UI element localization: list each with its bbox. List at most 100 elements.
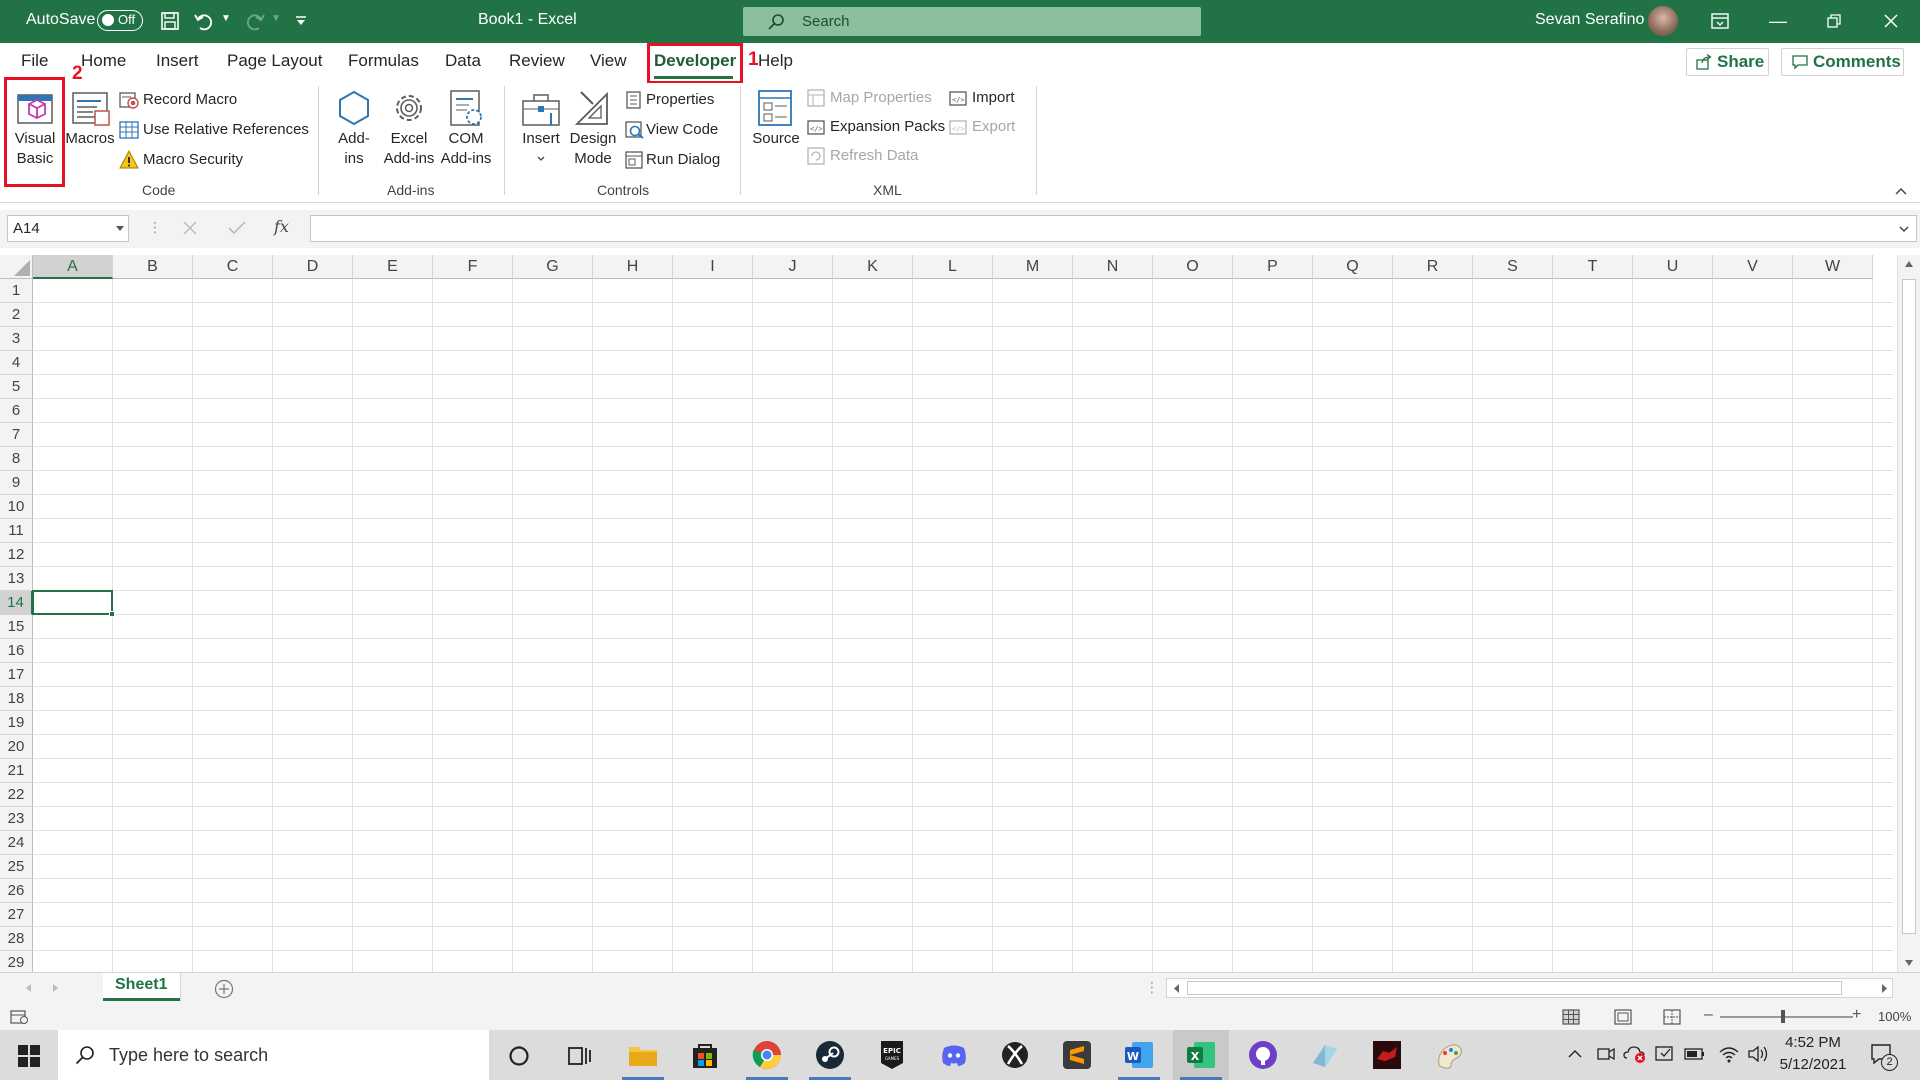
column-header[interactable]: D bbox=[273, 255, 353, 279]
column-header[interactable]: W bbox=[1793, 255, 1873, 279]
normal-view-icon[interactable] bbox=[1562, 1009, 1580, 1025]
security-icon[interactable] bbox=[1655, 1044, 1675, 1064]
volume-icon[interactable] bbox=[1747, 1044, 1769, 1064]
row-header[interactable]: 5 bbox=[0, 375, 33, 399]
column-header[interactable]: J bbox=[753, 255, 833, 279]
horizontal-scrollbar[interactable] bbox=[1166, 978, 1893, 998]
row-header[interactable]: 25 bbox=[0, 855, 33, 879]
zoom-level[interactable]: 100% bbox=[1878, 1009, 1911, 1024]
show-hidden-icons-icon[interactable] bbox=[1568, 1049, 1582, 1059]
onedrive-error-icon[interactable] bbox=[1623, 1044, 1647, 1064]
row-header[interactable]: 26 bbox=[0, 879, 33, 903]
row-header[interactable]: 6 bbox=[0, 399, 33, 423]
row-header[interactable]: 13 bbox=[0, 567, 33, 591]
app-icon[interactable] bbox=[1309, 1039, 1341, 1071]
macro-security-button[interactable]: Macro Security bbox=[118, 150, 318, 172]
column-header[interactable]: T bbox=[1553, 255, 1633, 279]
chrome-icon[interactable] bbox=[751, 1039, 783, 1071]
undo-dropdown-icon[interactable]: ▼ bbox=[221, 13, 231, 24]
expand-formula-bar-icon[interactable] bbox=[1899, 226, 1909, 233]
view-code-button[interactable]: View Code bbox=[624, 120, 734, 142]
tab-insert[interactable]: Insert bbox=[156, 51, 199, 71]
row-header[interactable]: 21 bbox=[0, 759, 33, 783]
import-button[interactable]: </> Import bbox=[948, 88, 1028, 110]
paint-icon[interactable] bbox=[1433, 1039, 1465, 1071]
scroll-left-icon[interactable] bbox=[1173, 984, 1180, 993]
column-header[interactable]: C bbox=[193, 255, 273, 279]
column-header[interactable]: L bbox=[913, 255, 993, 279]
zoom-in-button[interactable]: + bbox=[1852, 1006, 1861, 1024]
file-explorer-icon[interactable] bbox=[627, 1039, 659, 1071]
row-header[interactable]: 14 bbox=[0, 591, 33, 615]
tab-formulas[interactable]: Formulas bbox=[348, 51, 419, 71]
column-header[interactable]: O bbox=[1153, 255, 1233, 279]
row-header[interactable]: 7 bbox=[0, 423, 33, 447]
column-header[interactable]: H bbox=[593, 255, 673, 279]
add-sheet-icon[interactable] bbox=[214, 979, 234, 999]
discord-icon[interactable] bbox=[938, 1039, 970, 1071]
properties-button[interactable]: Properties bbox=[624, 90, 734, 112]
row-header[interactable]: 22 bbox=[0, 783, 33, 807]
tab-split-grip-icon[interactable]: ⋮ bbox=[1145, 979, 1159, 996]
column-header[interactable]: S bbox=[1473, 255, 1553, 279]
microsoft-store-icon[interactable] bbox=[689, 1039, 721, 1071]
fill-handle[interactable] bbox=[109, 611, 115, 617]
selected-cell[interactable] bbox=[32, 590, 115, 617]
design-mode-button[interactable]: Design Mode bbox=[567, 86, 619, 174]
insert-controls-button[interactable]: Insert bbox=[517, 86, 565, 174]
search-box[interactable]: Search bbox=[743, 7, 1201, 36]
customize-qat-icon[interactable] bbox=[294, 14, 308, 28]
accessibility-checker-icon[interactable] bbox=[10, 1009, 28, 1025]
row-header[interactable]: 10 bbox=[0, 495, 33, 519]
save-icon[interactable] bbox=[160, 11, 180, 31]
row-header[interactable]: 11 bbox=[0, 519, 33, 543]
user-name[interactable]: Sevan Serafino bbox=[1535, 11, 1644, 29]
formula-input[interactable] bbox=[310, 215, 1917, 242]
user-avatar[interactable] bbox=[1648, 6, 1678, 36]
scroll-right-icon[interactable] bbox=[1881, 984, 1888, 993]
vertical-scrollbar[interactable] bbox=[1897, 255, 1920, 972]
row-header[interactable]: 17 bbox=[0, 663, 33, 687]
run-dialog-button[interactable]: Run Dialog bbox=[624, 150, 734, 172]
ribbon-display-options-icon[interactable] bbox=[1711, 13, 1729, 29]
tab-home[interactable]: Home bbox=[81, 51, 126, 71]
row-header[interactable]: 8 bbox=[0, 447, 33, 471]
cortana-icon[interactable] bbox=[508, 1045, 530, 1067]
column-header[interactable]: B bbox=[113, 255, 193, 279]
row-header[interactable]: 23 bbox=[0, 807, 33, 831]
record-macro-button[interactable]: Record Macro bbox=[118, 90, 318, 112]
taskbar-search-box[interactable]: Type here to search bbox=[58, 1030, 489, 1080]
expansion-packs-button[interactable]: </> Expansion Packs bbox=[806, 117, 946, 139]
tab-view[interactable]: View bbox=[590, 51, 627, 71]
autosave-toggle[interactable]: Off bbox=[97, 10, 143, 31]
row-header[interactable]: 27 bbox=[0, 903, 33, 927]
select-all-button[interactable] bbox=[0, 255, 33, 279]
use-relative-references-button[interactable]: Use Relative References bbox=[118, 120, 318, 142]
row-header[interactable]: 28 bbox=[0, 927, 33, 951]
github-desktop-icon[interactable] bbox=[1247, 1039, 1279, 1071]
macros-button[interactable]: Macros bbox=[65, 86, 115, 156]
column-header[interactable]: E bbox=[353, 255, 433, 279]
name-box-dropdown-icon[interactable] bbox=[116, 226, 124, 232]
cells-area[interactable] bbox=[33, 279, 1893, 972]
add-ins-button[interactable]: Add-ins bbox=[330, 86, 378, 174]
zoom-slider[interactable] bbox=[1720, 1016, 1853, 1018]
column-header[interactable]: R bbox=[1393, 255, 1473, 279]
row-header[interactable]: 20 bbox=[0, 735, 33, 759]
tab-data[interactable]: Data bbox=[445, 51, 481, 71]
insert-function-button[interactable]: fx bbox=[274, 217, 289, 236]
column-header[interactable]: F bbox=[433, 255, 513, 279]
xbox-icon[interactable] bbox=[999, 1039, 1031, 1071]
column-header[interactable]: P bbox=[1233, 255, 1313, 279]
close-button[interactable] bbox=[1862, 0, 1920, 43]
steam-icon[interactable] bbox=[814, 1039, 846, 1071]
row-header[interactable]: 3 bbox=[0, 327, 33, 351]
zoom-out-button[interactable]: – bbox=[1704, 1006, 1713, 1024]
task-view-icon[interactable] bbox=[568, 1045, 592, 1067]
scroll-up-icon[interactable] bbox=[1904, 260, 1914, 268]
next-sheet-icon[interactable] bbox=[52, 983, 60, 993]
row-header[interactable]: 24 bbox=[0, 831, 33, 855]
comments-button[interactable]: Comments bbox=[1781, 48, 1904, 76]
clock-date[interactable]: 5/12/2021 bbox=[1776, 1056, 1850, 1073]
tab-review[interactable]: Review bbox=[509, 51, 565, 71]
